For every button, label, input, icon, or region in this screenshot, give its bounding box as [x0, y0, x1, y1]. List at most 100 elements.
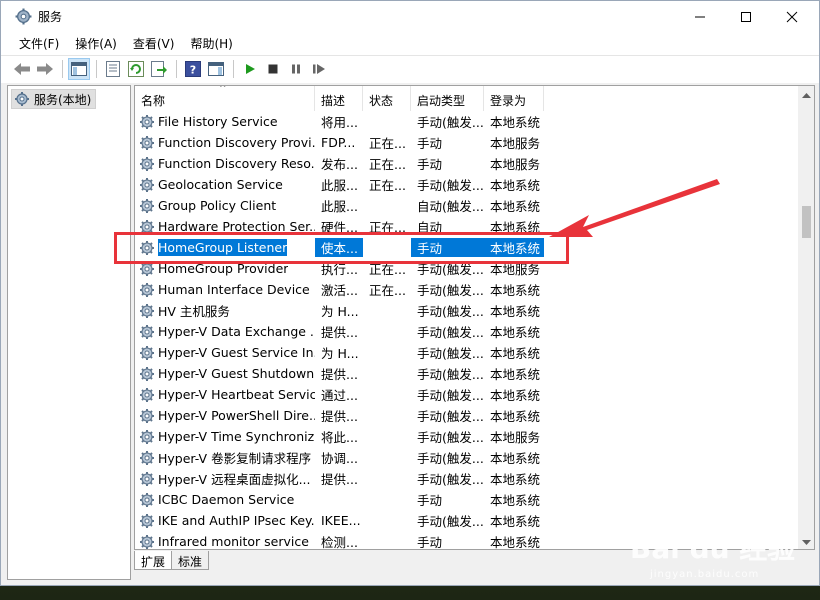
- service-startup-type: 手动: [417, 535, 443, 550]
- back-button[interactable]: [11, 58, 33, 80]
- service-row[interactable]: Group Policy Client 此服... 自动(触发... 本地系统: [135, 195, 799, 216]
- column-header-logon-as[interactable]: 登录为: [484, 86, 544, 111]
- highlight-annotation: [114, 232, 569, 264]
- service-row[interactable]: Hyper-V Heartbeat Service 通过... 手动(触发... 本地…: [135, 384, 799, 405]
- forward-arrow-icon: [37, 63, 53, 75]
- service-name: Hyper-V Heartbeat Service: [158, 387, 315, 402]
- service-name: ICBC Daemon Service: [158, 492, 295, 507]
- title-bar: 服务: [1, 1, 819, 32]
- svg-text:?: ?: [190, 64, 196, 77]
- menu-help[interactable]: 帮助(H): [182, 32, 240, 54]
- vertical-scrollbar[interactable]: [798, 86, 814, 549]
- service-row[interactable]: Geolocation Service 此服... 正在... 手动(触发... 本地系…: [135, 174, 799, 195]
- service-name-cell: Hyper-V PowerShell Dire...: [135, 408, 315, 424]
- service-startup-type: 手动(触发...: [417, 367, 484, 382]
- service-logon-as: 本地系统: [490, 493, 541, 508]
- service-row[interactable]: Hyper-V PowerShell Dire... 提供... 手动(触发... 本…: [135, 405, 799, 426]
- service-row[interactable]: Function Discovery Provi... FDP... 正在... 手动…: [135, 132, 799, 153]
- toolbar-separator: [176, 60, 177, 78]
- service-name: Hyper-V 卷影复制请求程序: [158, 451, 312, 466]
- menu-file[interactable]: 文件(F): [11, 32, 67, 54]
- close-button[interactable]: [769, 1, 815, 32]
- show-action-pane-button[interactable]: [205, 58, 227, 80]
- scroll-up-button[interactable]: [798, 86, 814, 103]
- toolbar-separator: [96, 60, 97, 78]
- properties-icon: [106, 61, 120, 77]
- service-startup-type: 手动(触发...: [417, 409, 484, 424]
- stop-service-button[interactable]: [262, 58, 284, 80]
- service-name-cell: Infrared monitor service: [135, 534, 315, 549]
- column-header-label: 名称: [141, 94, 166, 108]
- column-header-label: 启动类型: [417, 94, 466, 108]
- gear-icon: [139, 492, 155, 508]
- gear-icon: [139, 324, 155, 340]
- service-row[interactable]: ICBC Daemon Service 手动 本地系统: [135, 489, 799, 510]
- help-button[interactable]: ?: [182, 58, 204, 80]
- service-name-cell: Hyper-V Heartbeat Service: [135, 387, 315, 403]
- column-header-startup-type[interactable]: 启动类型: [411, 86, 484, 111]
- service-status: 正在...: [369, 283, 406, 298]
- scroll-thumb[interactable]: [802, 206, 811, 238]
- service-startup-type: 自动(触发...: [417, 199, 484, 214]
- service-logon-as: 本地服务: [490, 136, 541, 151]
- service-description: 为 H...: [321, 304, 359, 319]
- tab-extended[interactable]: 扩展: [134, 551, 173, 570]
- service-logon-as: 本地服务: [490, 157, 541, 172]
- minimize-icon: [695, 16, 705, 17]
- service-row[interactable]: Hyper-V Guest Service In... 为 H... 手动(触发..…: [135, 342, 799, 363]
- gear-icon: [139, 177, 155, 193]
- service-logon-as: 本地系统: [490, 304, 541, 319]
- column-header-label: 描述: [321, 94, 346, 108]
- menu-view[interactable]: 查看(V): [125, 32, 183, 54]
- gear-icon: [139, 135, 155, 151]
- pause-service-button[interactable]: [285, 58, 307, 80]
- show-console-tree-button[interactable]: [68, 58, 90, 80]
- tab-standard[interactable]: 标准: [171, 551, 210, 570]
- minimize-button[interactable]: [677, 1, 723, 32]
- service-row[interactable]: Human Interface Device ... 激活... 正在... 手动(触…: [135, 279, 799, 300]
- service-name-cell: HV 主机服务: [135, 301, 315, 320]
- service-startup-type: 手动(触发...: [417, 115, 484, 130]
- service-row[interactable]: Hyper-V Time Synchroniz... 将此... 手动(触发... 本…: [135, 426, 799, 447]
- service-description: FDP...: [321, 135, 356, 150]
- service-status: 正在...: [369, 157, 406, 172]
- service-name-cell: Hyper-V 卷影复制请求程序: [135, 448, 315, 467]
- service-description: 提供...: [321, 409, 358, 424]
- column-header-description[interactable]: 描述: [315, 86, 363, 111]
- service-name-cell: File History Service: [135, 114, 315, 130]
- column-header-status[interactable]: 状态: [363, 86, 411, 111]
- export-list-button[interactable]: [148, 58, 170, 80]
- gear-icon: [139, 366, 155, 382]
- service-row[interactable]: Hyper-V Guest Shutdown... 提供... 手动(触发... 本地…: [135, 363, 799, 384]
- service-row[interactable]: File History Service 将用... 手动(触发... 本地系统: [135, 111, 799, 132]
- service-row[interactable]: Hyper-V 卷影复制请求程序 协调... 手动(触发... 本地系统: [135, 447, 799, 468]
- service-name: Group Policy Client: [158, 198, 277, 213]
- start-service-button[interactable]: [239, 58, 261, 80]
- maximize-button[interactable]: [723, 1, 769, 32]
- watermark-url: jingyan.baidu.com: [650, 569, 760, 580]
- refresh-icon: [128, 61, 144, 77]
- gear-icon: [139, 471, 155, 487]
- restart-service-button[interactable]: [308, 58, 330, 80]
- service-logon-as: 本地系统: [490, 346, 541, 361]
- refresh-button[interactable]: [125, 58, 147, 80]
- service-row[interactable]: Hyper-V 远程桌面虚拟化... 提供... 手动(触发... 本地系统: [135, 468, 799, 489]
- service-description: 此服...: [321, 199, 358, 214]
- sort-ascending-icon: ^: [219, 85, 227, 94]
- menu-action[interactable]: 操作(A): [67, 32, 125, 54]
- service-description: 提供...: [321, 367, 358, 382]
- service-description: 检测...: [321, 535, 358, 550]
- services-list: 名称 ^ 描述 状态 启动类型 登录为 File History Service…: [134, 85, 815, 550]
- column-header-name[interactable]: 名称 ^: [135, 86, 315, 111]
- service-row[interactable]: Hyper-V Data Exchange ... 提供... 手动(触发... 本地…: [135, 321, 799, 342]
- service-row[interactable]: Function Discovery Reso... 发布... 正在... 手动 本地…: [135, 153, 799, 174]
- console-tree-icon: [71, 62, 87, 76]
- properties-button[interactable]: [102, 58, 124, 80]
- service-row[interactable]: HV 主机服务 为 H... 手动(触发... 本地系统: [135, 300, 799, 321]
- service-name: Function Discovery Reso...: [158, 156, 315, 171]
- forward-button[interactable]: [34, 58, 56, 80]
- service-name-cell: Hyper-V Guest Shutdown...: [135, 366, 315, 382]
- service-name: Hyper-V PowerShell Dire...: [158, 408, 315, 423]
- tree-item-services-local[interactable]: 服务(本地): [11, 89, 97, 109]
- column-header-label: 登录为: [490, 94, 527, 108]
